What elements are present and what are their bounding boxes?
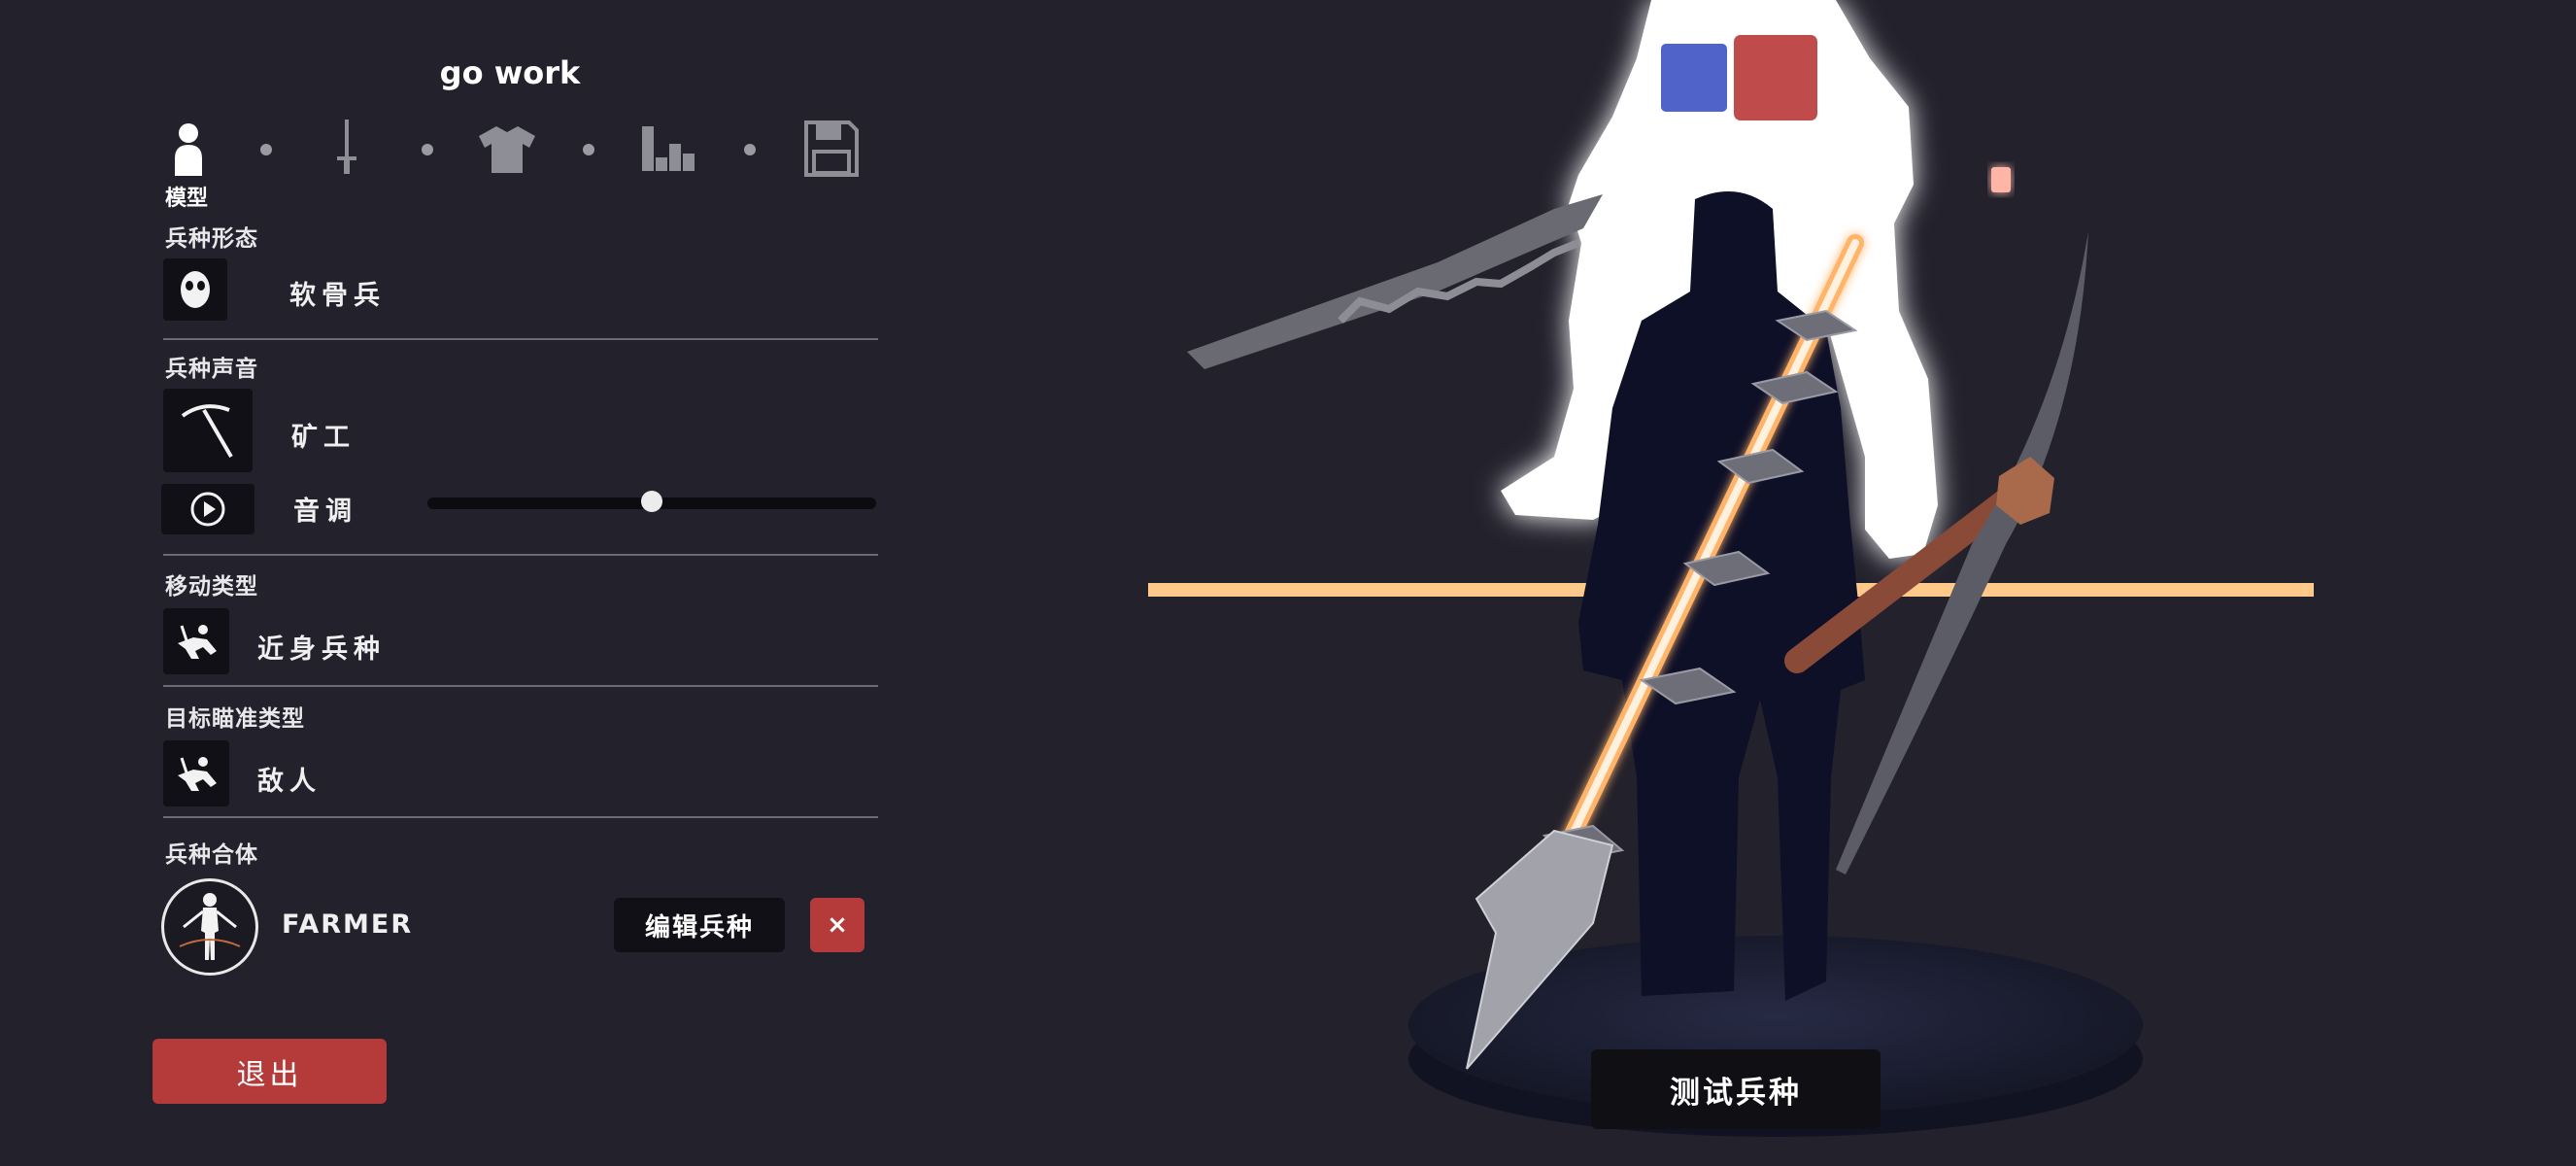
section-subtitle: 模型 <box>165 187 209 211</box>
targeting-value: 敌人 <box>257 767 322 797</box>
pitch-label: 音调 <box>293 497 357 527</box>
test-unit-button[interactable]: 测试兵种 <box>1591 1049 1881 1129</box>
team-red-marker <box>1734 35 1817 120</box>
melee-unit-icon <box>178 757 217 791</box>
tab-clothing[interactable] <box>476 115 538 183</box>
sword-icon <box>337 120 356 174</box>
pickaxe-icon <box>181 404 233 459</box>
targeting-label: 目标瞄准类型 <box>165 706 305 732</box>
tab-separator <box>422 144 433 155</box>
pitch-slider-handle[interactable] <box>641 491 662 512</box>
divider <box>163 816 878 818</box>
spark <box>1991 167 2011 192</box>
movement-label: 移动类型 <box>165 574 258 600</box>
editor-tabs <box>157 115 866 183</box>
divider <box>163 554 878 556</box>
tab-separator <box>583 144 594 155</box>
targeting-button[interactable] <box>163 740 229 806</box>
tab-separator <box>744 144 756 155</box>
stats-icon <box>642 126 695 171</box>
unit-voice-button[interactable] <box>163 389 253 472</box>
save-icon <box>804 120 859 177</box>
tab-weapons[interactable] <box>316 115 378 183</box>
team-blue-marker <box>1661 44 1727 112</box>
edit-unit-button[interactable]: 编辑兵种 <box>614 898 785 952</box>
unit-preview-scene[interactable] <box>913 0 2576 1166</box>
movement-button[interactable] <box>163 608 229 674</box>
combined-unit-name: FARMER <box>282 909 414 940</box>
unit-form-value: 软骨兵 <box>289 281 386 311</box>
person-icon <box>175 123 202 176</box>
shirt-icon <box>479 126 535 173</box>
play-voice-button[interactable] <box>161 484 254 534</box>
melee-unit-icon <box>178 625 217 659</box>
remove-combine-button[interactable]: × <box>810 898 864 952</box>
unit-voice-value: 矿工 <box>291 423 356 453</box>
unit-form-button[interactable] <box>163 258 227 321</box>
unit-voice-label: 兵种声音 <box>165 357 258 382</box>
exit-button[interactable]: 退出 <box>153 1039 387 1104</box>
pitch-slider[interactable] <box>427 491 876 512</box>
tab-stats[interactable] <box>638 115 700 183</box>
movement-value: 近身兵种 <box>257 634 386 665</box>
spiked-blade <box>1187 194 1603 369</box>
combine-label: 兵种合体 <box>165 842 258 868</box>
tab-save[interactable] <box>800 115 863 183</box>
unit-title[interactable]: go work <box>316 54 704 91</box>
play-icon <box>190 492 225 527</box>
combined-unit-avatar[interactable] <box>161 878 258 976</box>
divider <box>163 338 878 340</box>
mask-face-icon <box>181 271 210 308</box>
tab-separator <box>260 144 272 155</box>
unit-form-label: 兵种形态 <box>165 226 258 252</box>
unit-figure-icon <box>179 893 241 960</box>
unit-editor-panel: go work 模型 兵种形态 软骨兵 兵种声音 矿工 音调 移动类型 近身兵种… <box>0 0 913 1166</box>
tab-model[interactable] <box>157 115 220 183</box>
divider <box>163 685 878 687</box>
